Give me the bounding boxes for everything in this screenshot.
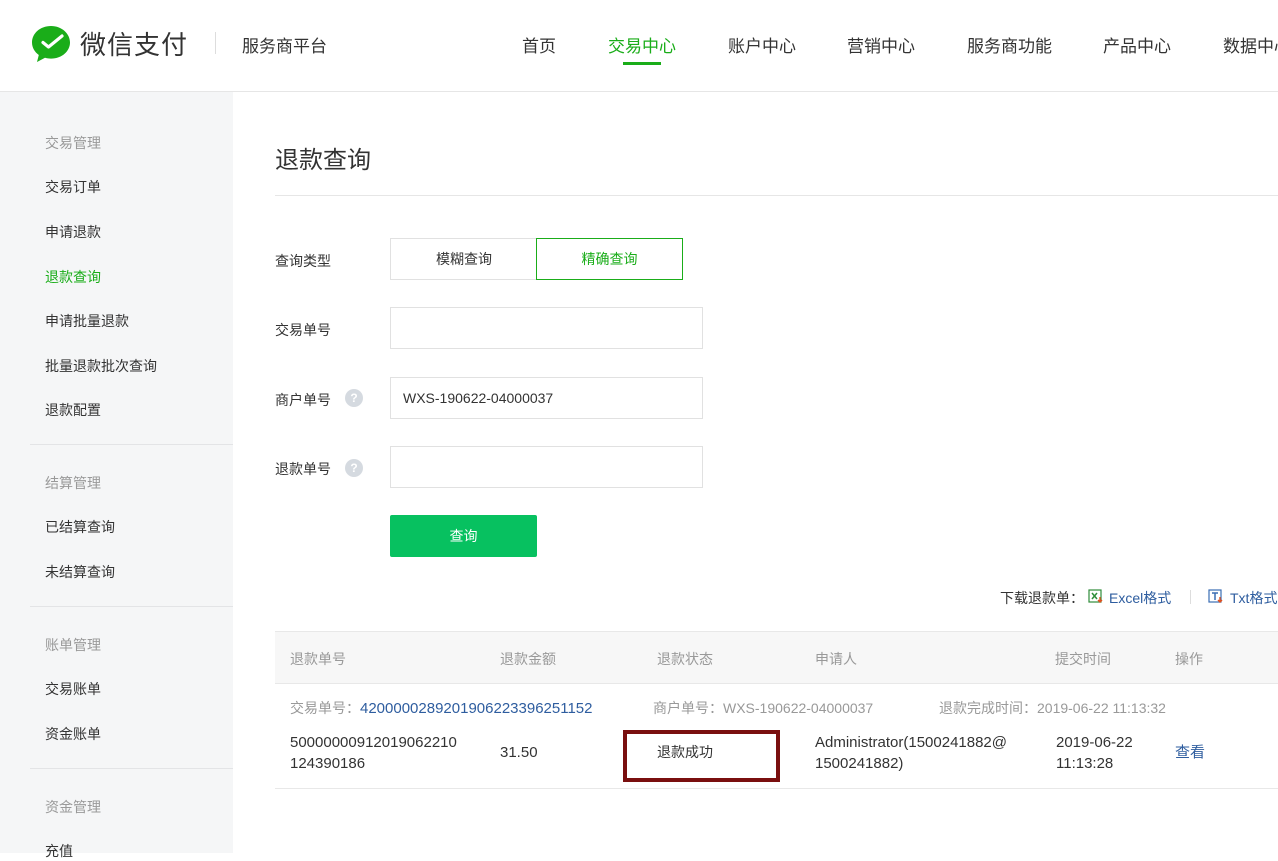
sidebar-item-refund-config[interactable]: 退款配置 — [45, 400, 101, 420]
sidebar-group-trade: 交易管理 — [45, 135, 101, 151]
th-applicant: 申请人 — [815, 651, 857, 667]
merchant-no-help-icon[interactable]: ? — [345, 389, 363, 407]
sidebar-group-funds: 资金管理 — [45, 799, 101, 815]
brand-name: 微信支付 — [80, 30, 189, 60]
th-submit-time: 提交时间 — [1055, 651, 1111, 667]
txt-file-icon — [1208, 589, 1223, 603]
view-detail-link[interactable]: 查看 — [1175, 742, 1205, 763]
row-refund-no: 50000000912019062210 124390186 — [290, 732, 457, 774]
table-header: 退款单号 退款金额 退款状态 申请人 提交时间 操作 — [275, 631, 1278, 684]
row-applicant-line1: Administrator(1500241882@ — [815, 734, 1008, 751]
sidebar-item-trade-orders[interactable]: 交易订单 — [45, 177, 101, 197]
sidebar-item-fund-bill[interactable]: 资金账单 — [45, 724, 101, 744]
nav-marketing-center[interactable]: 营销中心 — [847, 32, 915, 57]
trade-no-input[interactable] — [390, 307, 703, 349]
row-applicant-line2: 1500241882) — [815, 755, 904, 772]
nav-trade-center[interactable]: 交易中心 — [608, 32, 676, 57]
sidebar-item-trade-bill[interactable]: 交易账单 — [45, 679, 101, 699]
sidebar-divider — [30, 606, 233, 607]
sidebar-item-settled-query[interactable]: 已结算查询 — [45, 517, 115, 537]
th-refund-amount: 退款金额 — [500, 651, 556, 667]
title-divider — [275, 195, 1278, 196]
sidebar-item-batch-refund[interactable]: 申请批量退款 — [45, 311, 129, 331]
th-refund-no: 退款单号 — [290, 651, 346, 667]
row-trade-no: 交易单号：4200000289201906223396251152 — [290, 698, 592, 718]
sidebar-item-apply-refund[interactable]: 申请退款 — [45, 222, 101, 242]
sidebar-group-bills: 账单管理 — [45, 637, 101, 653]
row-divider — [275, 788, 1278, 789]
nav-account-center[interactable]: 账户中心 — [728, 32, 796, 57]
row-refund-no-line2: 124390186 — [290, 755, 366, 772]
row-refund-no-line1: 50000000912019062210 — [290, 734, 457, 751]
row-applicant: Administrator(1500241882@ 1500241882) — [815, 732, 1007, 774]
row-merchant-no: 商户单号：WXS-190622-04000037 — [653, 700, 874, 716]
fuzzy-query-toggle[interactable]: 模糊查询 — [390, 238, 537, 280]
sidebar-group-settlement: 结算管理 — [45, 475, 101, 491]
download-excel-link[interactable]: Excel格式 — [1109, 588, 1171, 608]
row-refund-status: 退款成功 — [657, 744, 713, 760]
trade-no-label: 交易单号 — [275, 322, 331, 338]
download-label: 下载退款单： — [1000, 590, 1084, 606]
sidebar-divider — [30, 444, 233, 445]
top-header: 微信支付 服务商平台 首页 交易中心 账户中心 营销中心 服务商功能 产品中心 … — [0, 0, 1278, 92]
refund-no-help-icon[interactable]: ? — [345, 459, 363, 477]
refund-no-label: 退款单号 — [275, 461, 331, 477]
row-trade-no-link[interactable]: 4200000289201906223396251152 — [360, 700, 592, 717]
query-type-label: 查询类型 — [275, 253, 331, 269]
sidebar-item-unsettled-query[interactable]: 未结算查询 — [45, 562, 115, 582]
nav-product-center[interactable]: 产品中心 — [1103, 32, 1171, 57]
sidebar-divider — [30, 768, 233, 769]
merchant-no-label: 商户单号 — [275, 392, 331, 408]
sidebar-item-recharge[interactable]: 充值 — [45, 841, 73, 861]
sidebar-item-batch-refund-query[interactable]: 批量退款批次查询 — [45, 356, 157, 376]
query-button[interactable]: 查询 — [390, 515, 537, 557]
nav-data-center[interactable]: 数据中心 — [1223, 32, 1278, 57]
exact-query-toggle[interactable]: 精确查询 — [536, 238, 683, 280]
excel-file-icon — [1088, 589, 1103, 603]
th-refund-status: 退款状态 — [657, 651, 713, 667]
nav-home[interactable]: 首页 — [522, 32, 556, 57]
nav-active-indicator — [623, 62, 661, 65]
row-submit-clock: 11:13:28 — [1056, 755, 1114, 772]
row-submit-time: 2019-06-22 11:13:28 — [1056, 732, 1133, 774]
row-submit-date: 2019-06-22 — [1056, 734, 1133, 751]
row-refund-amount: 31.50 — [500, 744, 538, 761]
platform-name: 服务商平台 — [242, 37, 327, 56]
nav-provider-functions[interactable]: 服务商功能 — [967, 32, 1052, 57]
merchant-no-input[interactable]: WXS-190622-04000037 — [390, 377, 703, 419]
sidebar-item-refund-query[interactable]: 退款查询 — [45, 267, 101, 287]
wechat-pay-logo-icon — [32, 26, 70, 62]
brand-separator — [215, 32, 216, 54]
page-title: 退款查询 — [275, 147, 371, 174]
download-txt-link[interactable]: Txt格式 — [1230, 588, 1277, 608]
row-trade-no-label: 交易单号： — [290, 700, 360, 716]
sidebar: 交易管理 交易订单 申请退款 退款查询 申请批量退款 批量退款批次查询 退款配置… — [0, 92, 233, 859]
download-separator — [1190, 590, 1191, 604]
row-complete-time: 退款完成时间：2019-06-22 11:13:32 — [939, 700, 1166, 716]
refund-no-input[interactable] — [390, 446, 703, 488]
th-action: 操作 — [1175, 651, 1203, 667]
